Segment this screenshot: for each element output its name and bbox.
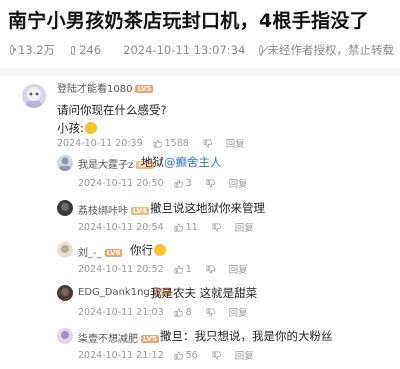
comment-time: 2024-10-11 20:54 xyxy=(78,221,164,233)
thumb-down-icon[interactable] xyxy=(212,351,221,360)
reply-button[interactable]: 回复 xyxy=(229,305,248,319)
comment-footer: 2024-10-11 20:39 1588 回复 xyxy=(57,136,245,151)
comment-footer: 2024-10-11 21:12 56 回复 xyxy=(78,348,254,363)
comment-text: 请问你现在什么感受? xyxy=(57,103,167,117)
comment-footer: 2024-10-11 20:50 3 回复 xyxy=(78,176,248,191)
comment-time: 2024-10-11 20:39 xyxy=(57,137,143,149)
reply-text-body: 你行 xyxy=(130,243,153,257)
comment-time: 2024-10-11 20:50 xyxy=(78,177,164,189)
mention-link[interactable]: @癫舍主人 xyxy=(164,155,222,169)
like-count: 3 xyxy=(185,177,192,189)
like-count: 1588 xyxy=(164,137,189,149)
comment-footer: 2024-10-11 20:52 1 回复 xyxy=(78,262,248,277)
comment-time: 2024-10-11 21:12 xyxy=(78,349,164,361)
username[interactable]: 登陆才能看1080 LV5 xyxy=(57,80,154,95)
thumb-up-icon xyxy=(174,351,183,359)
comment-footer: 2024-10-11 20:54 11 回复 xyxy=(78,220,254,235)
thumb-up-icon xyxy=(174,308,183,316)
publish-datetime: 2024-10-11 13:07:34 xyxy=(123,43,246,57)
avatar[interactable] xyxy=(57,328,73,344)
reply-button[interactable]: 回复 xyxy=(235,220,254,234)
like-button[interactable]: 1588 xyxy=(153,138,189,149)
like-count: 8 xyxy=(185,306,192,318)
avatar[interactable] xyxy=(22,84,46,108)
thumb-down-icon[interactable] xyxy=(206,308,215,317)
username-text: 我是大霆子z xyxy=(78,160,134,171)
thumb-down-icon[interactable] xyxy=(206,179,215,188)
thumb-up-icon xyxy=(153,139,162,147)
comment-count-icon xyxy=(71,45,76,55)
avatar[interactable] xyxy=(57,200,73,216)
like-button[interactable]: 1 xyxy=(174,264,192,275)
reply-button[interactable]: 回复 xyxy=(226,136,245,150)
comment-time: 2024-10-11 20:52 xyxy=(78,263,164,275)
video-title: 南宁小男孩奶茶店玩封口机，4根手指没了 xyxy=(8,10,369,32)
avatar[interactable] xyxy=(57,155,73,171)
username-text: EDG_Dank1ng xyxy=(78,287,150,298)
thumb-down-icon[interactable] xyxy=(212,223,221,232)
thumb-down-icon[interactable] xyxy=(206,265,215,274)
username-text: 登陆才能看1080 xyxy=(57,84,133,95)
username[interactable]: 刘_-_ LV6 xyxy=(78,244,123,259)
username[interactable]: 荔枝绑咔咔 LV4 xyxy=(78,202,149,217)
level-badge: LV5 xyxy=(141,335,159,343)
comment-text-line2: 小孩: xyxy=(57,120,97,136)
thumb-up-icon xyxy=(174,223,183,231)
like-button[interactable]: 11 xyxy=(174,222,198,233)
comment-text-line2-text: 小孩: xyxy=(57,121,84,135)
video-meta-bar: 13.2万 246 2024-10-11 13:07:34 未经作者授权，禁止转… xyxy=(10,42,400,58)
avatar[interactable] xyxy=(57,285,73,301)
reply-button[interactable]: 回复 xyxy=(235,348,254,362)
like-count: 56 xyxy=(185,349,198,361)
reply-text: 你行 xyxy=(130,242,166,258)
reply-button[interactable]: 回复 xyxy=(229,176,248,190)
reply-text: 我是农夫 这就是甜菜 xyxy=(150,286,258,300)
username-text: 荔枝绑咔咔 xyxy=(78,206,128,217)
comment-count: 246 xyxy=(79,43,102,57)
like-count: 11 xyxy=(185,221,198,233)
reply-text: 撒旦：我只想说，我是你的大粉丝 xyxy=(160,329,333,343)
username-text: 柒壹不想减肥 xyxy=(78,334,138,345)
comment-footer: 2024-10-11 21:03 8 回复 xyxy=(78,305,248,320)
reply-text-body: 地狱 xyxy=(141,155,164,169)
no-repost-icon xyxy=(259,44,264,56)
reply-button[interactable]: 回复 xyxy=(229,262,248,276)
views-icon xyxy=(10,45,16,55)
license-notice: 未经作者授权，禁止转载 xyxy=(267,43,394,57)
like-button[interactable]: 8 xyxy=(174,307,192,318)
level-badge: LV5 xyxy=(135,85,154,93)
emoji-icon xyxy=(84,122,97,134)
level-badge: LV4 xyxy=(131,207,149,215)
level-badge: LV6 xyxy=(104,249,123,257)
like-count: 1 xyxy=(185,263,192,275)
like-button[interactable]: 3 xyxy=(174,178,192,189)
comment-time: 2024-10-11 21:03 xyxy=(78,306,164,318)
reply-text: 撤旦说这地狱你来管理 xyxy=(150,201,265,215)
thumb-down-icon[interactable] xyxy=(203,139,212,148)
reply-text: 地狱@癫舍主人 xyxy=(141,154,222,170)
emoji-icon xyxy=(154,244,166,256)
username[interactable]: 柒壹不想减肥 LV5 xyxy=(78,330,159,345)
thumb-up-icon xyxy=(174,265,183,273)
thumb-up-icon xyxy=(174,179,183,187)
like-button[interactable]: 56 xyxy=(174,350,198,361)
avatar[interactable] xyxy=(57,242,73,258)
view-count: 13.2万 xyxy=(17,43,56,57)
section-divider xyxy=(0,68,400,76)
username-text: 刘_-_ xyxy=(78,248,102,259)
